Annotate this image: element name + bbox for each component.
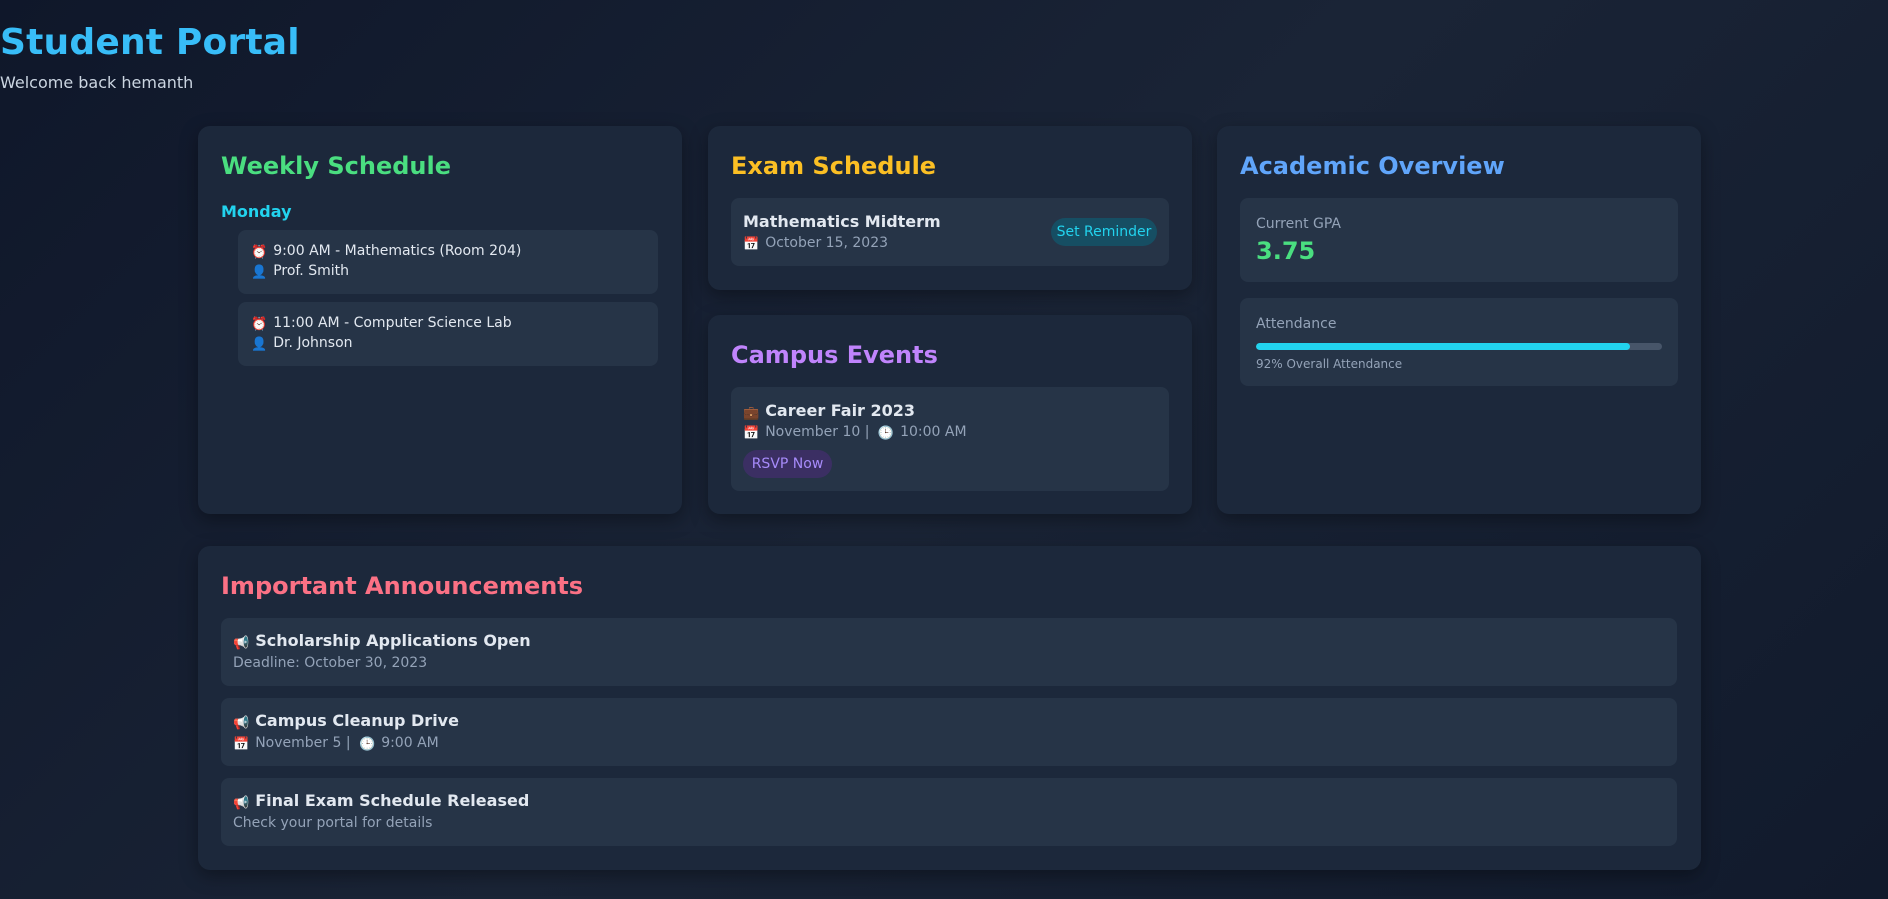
announcement-title: Campus Cleanup Drive: [255, 711, 459, 730]
person-icon: 👤: [251, 337, 268, 352]
megaphone-icon: 📢: [233, 716, 250, 731]
campus-events-card: Campus Events 💼 Career Fair 2023 📅 Novembe…: [708, 315, 1192, 514]
exam-schedule-card: Exam Schedule Mathematics Midterm 📅 Octob…: [708, 126, 1192, 290]
announcement-item[interactable]: 📢 Final Exam Schedule Released Check your…: [221, 778, 1677, 846]
day-label: Monday: [221, 202, 292, 221]
event-item: 💼 Career Fair 2023 📅 November 10 | 🕒 10:00 …: [731, 387, 1169, 491]
welcome-message: Welcome back hemanth: [0, 73, 194, 92]
attendance-text: 92% Overall Attendance: [1256, 357, 1403, 371]
class-item[interactable]: ⏰ 9:00 AM - Mathematics (Room 204) 👤 Prof.…: [238, 230, 658, 294]
calendar-icon: 📅: [233, 737, 250, 752]
gpa-value: 3.75: [1256, 237, 1316, 265]
alarm-clock-icon: ⏰: [251, 245, 268, 260]
briefcase-person-icon: 💼: [743, 406, 760, 421]
weekly-schedule-card: Weekly Schedule Monday ⏰ 9:00 AM - Mathem…: [198, 126, 682, 514]
announcement-item[interactable]: 📢 Scholarship Applications Open Deadline:…: [221, 618, 1677, 686]
calendar-icon: 📅: [743, 237, 760, 252]
megaphone-icon: 📢: [233, 636, 250, 651]
attendance-box: Attendance 92% Overall Attendance: [1240, 298, 1678, 386]
announcement-time: 9:00 AM: [381, 735, 439, 751]
announcement-detail: Deadline: October 30, 2023: [233, 655, 428, 671]
class-time-course: 9:00 AM - Mathematics (Room 204): [273, 243, 522, 259]
exam-item: Mathematics Midterm 📅 October 15, 2023 Se…: [731, 198, 1169, 266]
weekly-schedule-title: Weekly Schedule: [221, 152, 452, 180]
attendance-progress-fill: [1256, 343, 1630, 350]
class-time-course: 11:00 AM - Computer Science Lab: [273, 315, 512, 331]
class-item[interactable]: ⏰ 11:00 AM - Computer Science Lab 👤 Dr. Jo…: [238, 302, 658, 366]
gpa-label: Current GPA: [1256, 216, 1342, 232]
class-instructor: Prof. Smith: [273, 263, 349, 279]
academic-overview-title: Academic Overview: [1240, 152, 1505, 180]
announcement-detail: Check your portal for details: [233, 815, 433, 831]
exam-date: October 15, 2023: [765, 235, 889, 251]
event-name: Career Fair 2023: [765, 401, 916, 420]
clock-icon: 🕒: [877, 426, 895, 441]
campus-events-title: Campus Events: [731, 341, 938, 369]
exam-schedule-title: Exam Schedule: [731, 152, 937, 180]
attendance-label: Attendance: [1256, 316, 1337, 332]
megaphone-icon: 📢: [233, 796, 250, 811]
person-icon: 👤: [251, 265, 268, 280]
announcement-date: November 5 |: [255, 735, 351, 751]
announcement-title: Scholarship Applications Open: [255, 631, 531, 650]
announcement-title: Final Exam Schedule Released: [255, 791, 530, 810]
academic-overview-card: Academic Overview Current GPA 3.75 Atten…: [1217, 126, 1701, 514]
clock-icon: 🕒: [359, 737, 376, 752]
event-time: 10:00 AM: [900, 424, 967, 440]
class-instructor: Dr. Johnson: [273, 335, 353, 351]
gpa-box: Current GPA 3.75: [1240, 198, 1678, 282]
rsvp-button[interactable]: RSVP Now: [743, 450, 832, 478]
calendar-icon: 📅: [743, 426, 760, 441]
announcement-item[interactable]: 📢 Campus Cleanup Drive 📅 November 5 | 🕒 9:0…: [221, 698, 1677, 766]
page-title: Student Portal: [0, 22, 300, 63]
exam-name: Mathematics Midterm: [743, 212, 941, 231]
set-reminder-button[interactable]: Set Reminder: [1051, 218, 1157, 246]
announcements-card: Important Announcements 📢 Scholarship App…: [198, 546, 1701, 870]
alarm-clock-icon: ⏰: [251, 317, 268, 332]
announcements-title: Important Announcements: [221, 572, 584, 600]
event-date: November 10 |: [765, 424, 870, 440]
attendance-progress-bar: [1256, 343, 1662, 350]
